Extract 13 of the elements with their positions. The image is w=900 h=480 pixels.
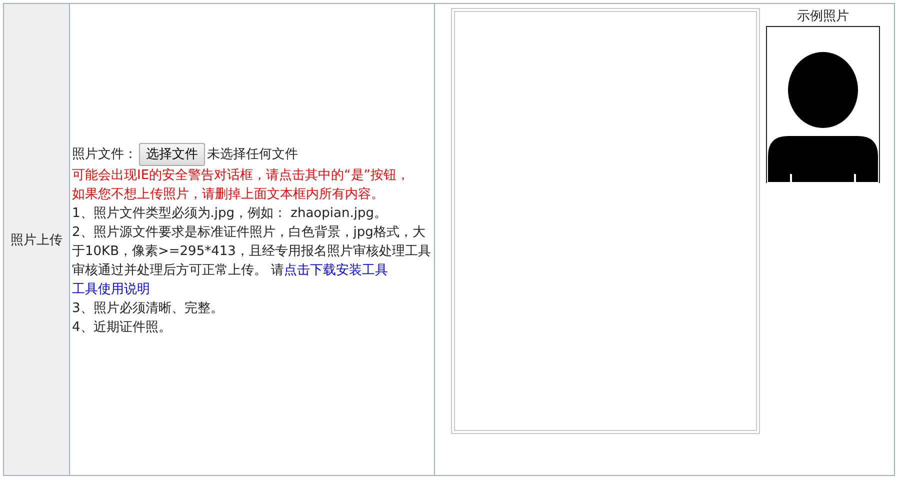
rule-text: 3、照片必须清晰、完整。: [72, 300, 224, 318]
field-label: 照片文件：: [72, 146, 137, 164]
row-label: 照片上传: [10, 232, 62, 248]
choose-file-button[interactable]: 选择文件: [139, 142, 205, 166]
download-link[interactable]: 点击下载安装工具: [284, 262, 388, 278]
rule-text: 4、近期证件照。: [72, 318, 172, 336]
warning-text: 可能会出现IE的安全警告对话框，请点击其中的“是”按钮，: [72, 166, 411, 184]
file-status: 未选择任何文件: [207, 146, 298, 164]
download-link[interactable]: 工具使用说明: [72, 282, 150, 296]
sample-caption: 示例照片: [797, 8, 849, 26]
warning-text: 如果您不想上传照片，请删掉上面文本框内所有内容。: [72, 186, 385, 204]
rule-text: 1、照片文件类型必须为.jpg，例如： zhaopian.jpg。: [72, 204, 388, 222]
rule-text: 2、照片源文件要求是标准证件照片，白色背景，jpg格式，大于10KB，像素>=295*413，且经专用报名照片审核处理工具审核通过并处理后方可正常上传。 请点击下载安装工具 工具使用说明: [72, 224, 432, 298]
